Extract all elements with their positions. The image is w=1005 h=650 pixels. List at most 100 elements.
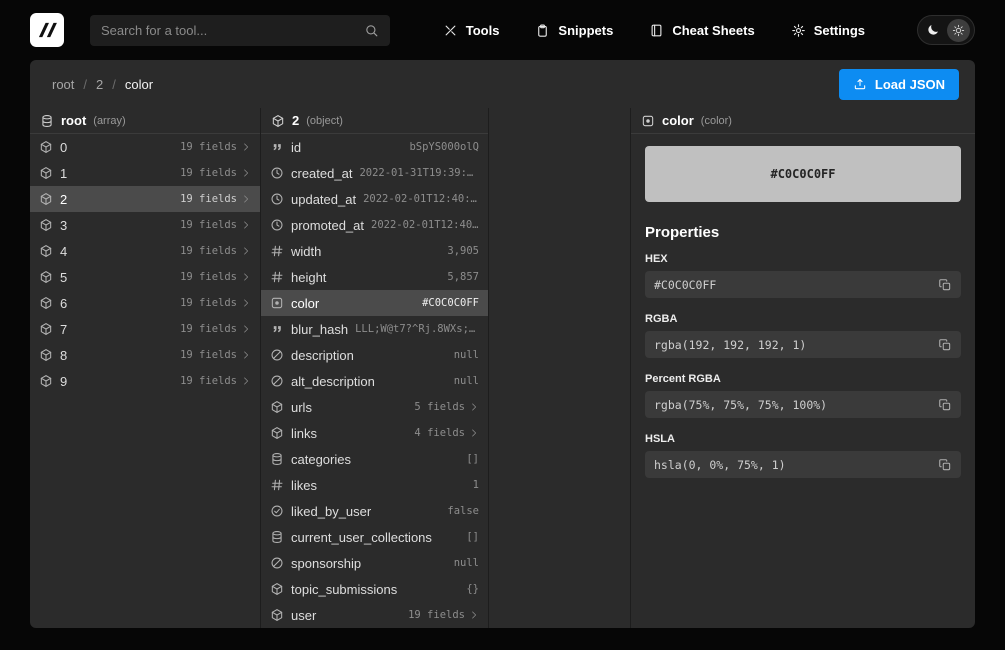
list-item-categories[interactable]: categories[] [261, 446, 488, 472]
item-key: 6 [60, 296, 67, 311]
list-item-user[interactable]: user19 fields [261, 602, 488, 628]
nav-item-snippets[interactable]: Snippets [535, 23, 613, 38]
list-item-5[interactable]: 519 fields [30, 264, 260, 290]
number-icon [270, 270, 284, 284]
property-value-box: #C0C0C0FF [645, 271, 961, 298]
app-logo[interactable] [30, 13, 64, 47]
item-key: user [291, 608, 316, 623]
chevron-right-icon [241, 376, 251, 386]
search-input[interactable] [101, 23, 356, 38]
breadcrumb-item-color[interactable]: color [125, 77, 153, 92]
item-value-area: 19 fields [180, 323, 251, 335]
property-value-box: rgba(75%, 75%, 75%, 100%) [645, 391, 961, 418]
list-item-blur_hash[interactable]: blur_hashLLL;W@t7?^Rj.8WXs;oIy… [261, 316, 488, 342]
inspector-header: color (color) [631, 108, 975, 134]
color-swatch: #C0C0C0FF [645, 146, 961, 202]
nav-item-label: Cheat Sheets [672, 23, 754, 38]
copy-button[interactable] [938, 338, 952, 352]
breadcrumb-separator: / [83, 77, 87, 92]
column-title: 2 [292, 113, 299, 128]
item-value-area: 3,905 [447, 245, 479, 257]
column-empty [488, 108, 630, 628]
list-item-3[interactable]: 319 fields [30, 212, 260, 238]
list-item-likes[interactable]: likes1 [261, 472, 488, 498]
item-value: 2022-01-31T19:39:53… [359, 167, 479, 179]
list-item-9[interactable]: 919 fields [30, 368, 260, 394]
list-item-promoted_at[interactable]: promoted_at2022-02-01T12:40:0… [261, 212, 488, 238]
item-value-area: 5,857 [447, 271, 479, 283]
list-item-color[interactable]: color#C0C0C0FF [261, 290, 488, 316]
list-item-id[interactable]: idbSpYS000olQ [261, 134, 488, 160]
theme-toggle[interactable] [917, 15, 975, 45]
list-item-1[interactable]: 1 19 fields [30, 160, 260, 186]
list-item-updated_at[interactable]: updated_at2022-02-01T12:40:02… [261, 186, 488, 212]
array-icon [270, 452, 284, 466]
top-navbar: Tools Snippets Cheat Sheets Settings [0, 0, 1005, 60]
item-value: 3,905 [447, 245, 479, 257]
object-icon [39, 140, 53, 154]
item-key: blur_hash [291, 322, 348, 337]
copy-button[interactable] [938, 398, 952, 412]
item-key: topic_submissions [291, 582, 397, 597]
inspector-panel: color (color) #C0C0C0FF Properties HEX#C… [630, 108, 975, 628]
property-group: RGBArgba(192, 192, 192, 1) [645, 313, 961, 358]
load-json-button[interactable]: Load JSON [839, 69, 959, 100]
column-type: (array) [93, 115, 125, 127]
item-key: height [291, 270, 326, 285]
cheatsheets-icon [649, 23, 664, 38]
list-item-description[interactable]: descriptionnull [261, 342, 488, 368]
nav-item-cheat-sheets[interactable]: Cheat Sheets [649, 23, 754, 38]
list-item-created_at[interactable]: created_at2022-01-31T19:39:53… [261, 160, 488, 186]
property-label: Percent RGBA [645, 373, 961, 385]
list-item-links[interactable]: links4 fields [261, 420, 488, 446]
list-item-sponsorship[interactable]: sponsorshipnull [261, 550, 488, 576]
property-value: #C0C0C0FF [654, 278, 716, 292]
chevron-right-icon [241, 142, 251, 152]
settings-icon [791, 23, 806, 38]
item-key: links [291, 426, 317, 441]
item-value: 1 [473, 479, 479, 491]
property-value-box: hsla(0, 0%, 75%, 1) [645, 451, 961, 478]
nav-item-settings[interactable]: Settings [791, 23, 865, 38]
field-count-badge: 19 fields [180, 245, 237, 257]
field-count-badge: 19 fields [180, 219, 237, 231]
item-value: null [454, 375, 479, 387]
object-icon [39, 296, 53, 310]
breadcrumb-item-root[interactable]: root [52, 77, 74, 92]
copy-button[interactable] [938, 458, 952, 472]
list-item-2[interactable]: 219 fields [30, 186, 260, 212]
item-value-area: 1 [473, 479, 479, 491]
item-value: bSpYS000olQ [409, 141, 479, 153]
field-count-badge: 19 fields [180, 141, 237, 153]
chevron-right-icon [241, 272, 251, 282]
list-item-6[interactable]: 619 fields [30, 290, 260, 316]
list-item-7[interactable]: 719 fields [30, 316, 260, 342]
list-item-8[interactable]: 819 fields [30, 342, 260, 368]
item-key: 1 [60, 166, 67, 181]
item-value-area: bSpYS000olQ [409, 141, 479, 153]
item-value-area: 2022-01-31T19:39:53… [359, 167, 479, 179]
search-box[interactable] [90, 15, 390, 46]
chevron-right-icon [469, 610, 479, 620]
list-item-topic_submissions[interactable]: topic_submissions{} [261, 576, 488, 602]
nav-item-tools[interactable]: Tools [443, 23, 500, 38]
list-item-urls[interactable]: urls5 fields [261, 394, 488, 420]
object-icon [270, 400, 284, 414]
column-item-2: 2(object)idbSpYS000olQcreated_at2022-01-… [260, 108, 488, 628]
breadcrumb-item-2[interactable]: 2 [96, 77, 103, 92]
list-item-height[interactable]: height 5,857 [261, 264, 488, 290]
copy-icon [938, 338, 952, 352]
item-key: 4 [60, 244, 67, 259]
list-item-4[interactable]: 4 19 fields [30, 238, 260, 264]
field-count-badge: 19 fields [180, 167, 237, 179]
inspector-type: (color) [701, 115, 732, 127]
list-item-0[interactable]: 019 fields [30, 134, 260, 160]
list-item-alt_description[interactable]: alt_descriptionnull [261, 368, 488, 394]
field-count-badge: 19 fields [180, 349, 237, 361]
array-icon [40, 114, 54, 128]
list-item-liked_by_user[interactable]: liked_by_userfalse [261, 498, 488, 524]
list-item-width[interactable]: width3,905 [261, 238, 488, 264]
copy-button[interactable] [938, 278, 952, 292]
list-item-current_user_collections[interactable]: current_user_collections[] [261, 524, 488, 550]
nav-item-label: Snippets [558, 23, 613, 38]
